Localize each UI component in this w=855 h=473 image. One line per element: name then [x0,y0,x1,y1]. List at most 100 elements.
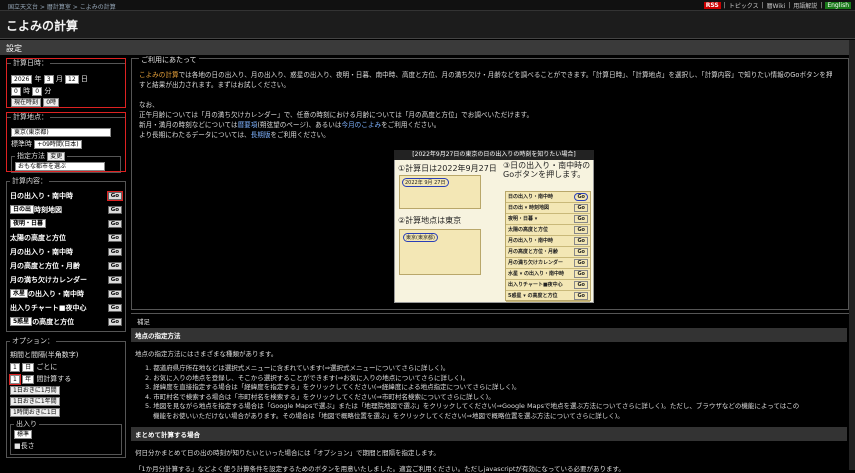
figure-go-icon: Go [574,292,588,300]
left-panel: 計算日時： 2026 年 3 月 12 日 0 時 0 分 現在時刻 0時 計算… [6,58,126,462]
day-select[interactable]: 12 [65,74,79,84]
figure-place-panel: 東京(東京都) [399,229,481,275]
go-button[interactable]: Go [107,219,122,228]
calc-label: 月の満ち欠けカレンダー [10,275,87,284]
rss-link[interactable]: RSS [703,2,721,9]
go-button[interactable]: Go [107,247,122,256]
year-select[interactable]: 2026 [11,74,33,84]
riseset-fieldset: 出入り 標準 ■長さ [10,419,122,455]
preset-1day[interactable]: 1時間おきに1日 [10,408,60,417]
figure-go-icon: Go [574,270,588,278]
place-fieldset: 計算地点： 東京(東京都) 標準時 +09時間(日本) 指定方法 変更 おもな都… [6,112,126,173]
standard-select[interactable]: 標準 [14,430,33,439]
breadcrumb-current: こよみの計算 [79,4,116,11]
figure-step1: ①計算日は2022年9月27日 [398,164,497,173]
figure-calc-item: 出入りチャート■夜中心 Go [506,280,590,291]
zero-hour-button[interactable]: 0時 [43,98,60,107]
calc-select[interactable]: 夜明・日暮 [10,219,47,228]
place-legend: 計算地点： [13,113,48,121]
go-button[interactable]: Go [107,233,122,242]
go-button[interactable]: Go [106,190,124,201]
figure-go-icon: Go [574,248,588,256]
figure-go-icon: Go [574,237,588,245]
preset-1month[interactable]: 1日おきに1月間 [10,386,60,395]
go-button[interactable]: Go [107,205,122,214]
interval-input[interactable]: 1 [9,373,21,385]
figure-calc-item: 月の満ち欠けカレンダー Go [506,258,590,269]
go-button[interactable]: Go [107,289,122,298]
page-title: こよみの計算 [6,19,79,33]
calc-legend: 計算内容： [12,177,47,185]
glossary-link[interactable]: 用語解説 [793,1,817,10]
example-figure: ①計算日は2022年9月27日 2022年 9月 27日 ②計算地点は東京 東京… [394,150,594,303]
figure-step3: ③日の出入り・南中時のGoボタンを押します。 [503,161,591,179]
place-method-heading: 地点の指定方法 [131,328,847,342]
city-select[interactable]: 東京(東京都) [11,128,111,137]
calc-fieldset: 計算内容： 日の出入り・南中時 Go 日の出 時刻地図 Go 夜明・日暮 Go 太陽の高度と方… [6,176,126,332]
wiki-link[interactable]: 暦Wiki [767,1,786,10]
period-label: 期間と間隔(半角数字) [10,351,79,359]
figure-go-icon: Go [574,226,588,234]
go-button[interactable]: Go [107,275,122,284]
long-term-link[interactable]: 長期版 [251,131,271,139]
title-bar [0,11,855,39]
interval-unit-select[interactable]: 年 [22,374,35,384]
count-input[interactable]: 1 [10,362,20,372]
calc-select[interactable]: 日の出 [10,205,35,214]
timezone-select[interactable]: +09時間(日本) [34,139,82,149]
supplement-item: 2. お気に入りの地点を登録し、そこから選択することができます(⇒お気に入りの地… [145,373,470,382]
change-method-button[interactable]: 変更 [47,151,66,161]
figure-calc-item: 5惑星 ▾ の高度と方位 Go [506,291,590,302]
month-select[interactable]: 3 [43,74,54,84]
breadcrumb-link-naoj[interactable]: 国立天文台 [8,4,38,11]
calc-name: こよみの計算 [139,71,179,79]
datetime-fieldset: 計算日時： 2026 年 3 月 12 日 0 時 0 分 現在時刻 0時 [6,58,126,108]
calc-row: 月の満ち欠けカレンダー Go [10,273,122,286]
go-button[interactable]: Go [107,261,122,270]
topics-link[interactable]: トピックス [729,1,759,10]
calc-label: 月の出入り・南中時 [10,247,73,256]
usage-text: こよみの計算では各地の日の出入り、月の出入り、惑星の出入り、夜明・日暮、南中時、… [139,71,833,139]
settings-label: 設定 [6,44,22,53]
rekiyoko-link[interactable]: 暦要項 [238,121,258,129]
method-fieldset: 指定方法 変更 おもな都市を選ぶ [11,151,121,173]
supplement-item: 3. 経緯度を直接指定する場合は「経緯度を指定する」をクリックしてください(⇒経… [145,383,521,391]
calc-row: 夜明・日暮 Go [10,217,122,230]
this-month-link[interactable]: 今月のこよみ [342,121,382,129]
usage-legend: ご利用にあたって [139,55,199,65]
calc-row: 月の高度と方位・月齢 Go [10,259,122,272]
count-unit-select[interactable]: 日 [22,362,35,372]
supplement-item: 機能をお使いいただけない場合があります。その場合は「地図で概略位置を選ぶ」をクリ… [153,411,624,420]
calc-select[interactable]: 5惑星 [10,317,33,326]
calc-label: 出入りチャート■夜中心 [10,303,87,312]
calc-row: 太陽の高度と方位 Go [10,231,122,244]
length-checkbox[interactable]: ■長さ [14,441,118,451]
calc-select[interactable]: 水星 [10,289,29,298]
calc-label: 太陽の高度と方位 [10,233,66,242]
preset-1year[interactable]: 1日おきに1年間 [10,397,60,406]
breadcrumb: 国立天文台 > 暦計算室 > こよみの計算 [8,4,116,11]
hour-select[interactable]: 0 [11,86,21,96]
supplement-item: 5. 地図を見ながら地点を指定する場合は「Google Mapsで選ぶ」または「… [145,402,800,410]
top-links: RSS | トピックス | 暦Wiki | 用語解説 | English [703,1,851,10]
figure-datetime-panel: 2022年 9月 27日 [399,175,481,209]
breadcrumb-link-reki[interactable]: 暦計算室 [47,4,71,11]
calc-row: 5惑星 の高度と方位 Go [10,315,122,328]
now-button[interactable]: 現在時刻 [11,98,42,107]
go-button[interactable]: Go [107,303,122,312]
english-link[interactable]: English [825,2,851,9]
calc-row: 日の出入り・南中時 Go [10,189,124,202]
scrollbar[interactable] [849,40,855,470]
options-legend: オプション： [12,337,54,345]
minute-select[interactable]: 0 [32,86,43,96]
figure-caption: [2022年9月27日の東京の日の出入りの時刻を知りたい場合] [394,150,594,160]
method-select[interactable]: おもな都市を選ぶ [15,162,105,171]
figure-go-icon: Go [574,259,588,267]
figure-calc-item: 水星 ▾ の出入り・南中時 Go [506,269,590,280]
go-button[interactable]: Go [107,317,122,326]
calc-row: 日の出 時刻地図 Go [10,203,122,216]
figure-go-icon: Go [574,204,588,212]
supplement-panel: 補足 地点の指定方法 地点の指定方法にはさまざまな種類があります。 1. 都道府… [131,313,849,473]
supplement-item: 4. 市町村名で検索する場合は「市町村名を検索する」をクリックしてください(⇒市… [145,392,495,401]
figure-step2: ②計算地点は東京 [398,216,462,225]
